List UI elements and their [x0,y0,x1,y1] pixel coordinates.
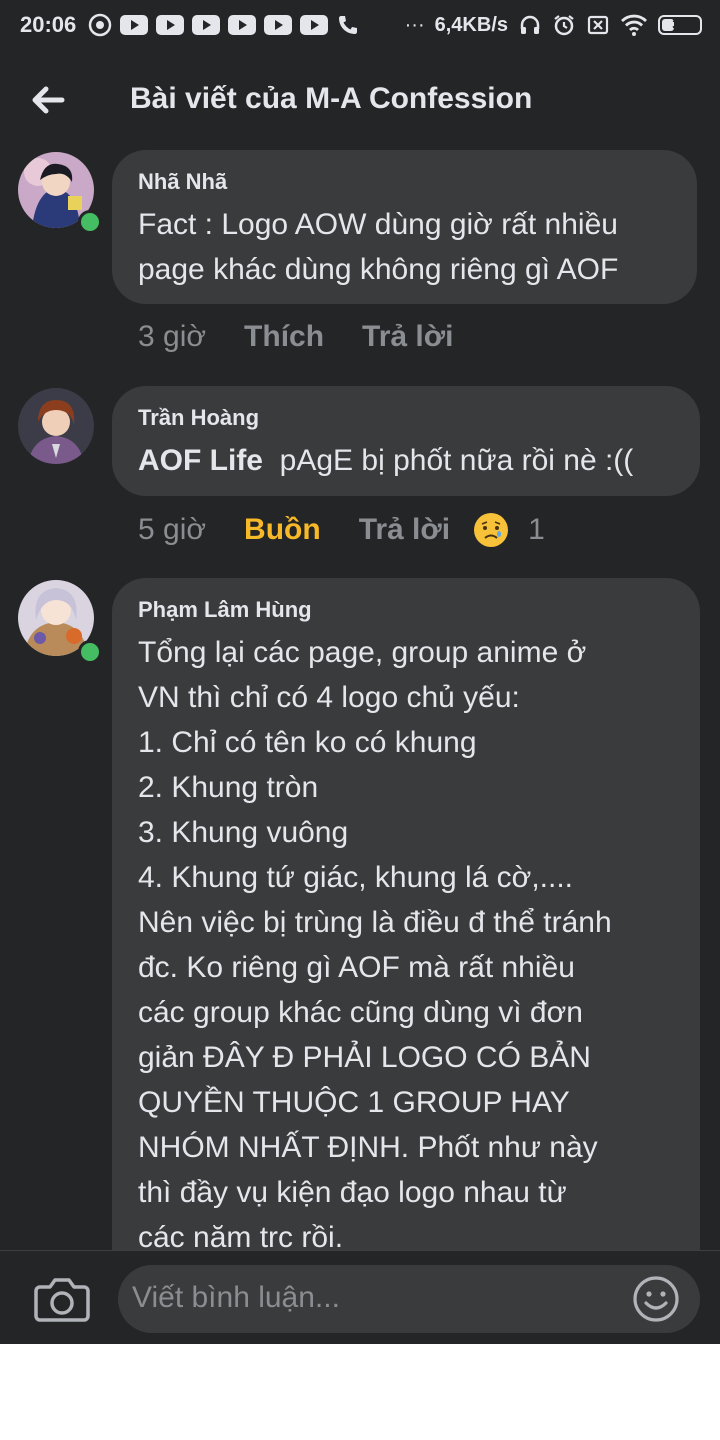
status-time: 20:06 [20,12,77,37]
youtube-icon [120,15,148,35]
arrow-left-icon [32,86,65,114]
reply-button[interactable]: Trả lời [362,320,453,354]
comment-input[interactable]: Viết bình luận... [118,1265,700,1333]
comment-author[interactable]: Trần Hoàng [138,404,674,432]
comment-bubble[interactable]: Trần Hoàng AOF Life pAgE bị phốt nữa rồi… [112,386,700,496]
mention-link[interactable]: AOF Life [138,444,263,477]
status-bar: 20:06 ··· 6,4KB/s 32 [0,0,720,52]
youtube-icon [192,15,220,35]
headphones-icon [520,15,540,34]
page-title: Bài viết của M-A Confession [130,82,533,115]
comment-text: Tổng lại các page, group anime ở VN thì … [138,636,612,1254]
comment-text: pAgE bị phốt nữa rồi nè :(( [279,444,634,477]
comment-text: Fact : Logo AOW dùng giờ rất nhiều page … [138,208,619,286]
camera-icon [34,1278,90,1322]
online-status-indicator [78,210,102,234]
youtube-icon [300,15,328,35]
comment-actions: 5 giờ Buồn Trả lời 1 [138,513,545,547]
comment-composer: Viết bình luận... [0,1250,720,1344]
camera-button[interactable] [34,1275,90,1323]
system-icons: ··· 6,4KB/s 32 [405,12,702,38]
comment-author[interactable]: Phạm Lâm Hùng [138,596,674,624]
comment-bubble[interactable]: Phạm Lâm Hùng Tổng lại các page, group a… [112,578,700,1298]
youtube-icon [156,15,184,35]
reply-button[interactable]: Trả lời [359,513,450,547]
alarm-icon [554,15,574,36]
no-sim-icon [587,15,609,35]
comment-timestamp: 3 giờ [138,320,207,353]
comment-body: AOF Life pAgE bị phốt nữa rồi nè :(( [138,438,674,483]
shutter-icon [88,13,112,37]
youtube-icon [264,15,292,35]
battery-icon: 32 [658,15,702,35]
header: Bài viết của M-A Confession [0,60,720,140]
phone-icon [339,16,357,34]
back-button[interactable] [26,78,70,122]
reaction-button[interactable]: Buồn [244,513,321,547]
like-button[interactable]: Thích [244,320,324,354]
wifi-icon [621,14,647,36]
sad-emoji-icon[interactable] [474,513,509,547]
smiley-icon [633,1276,679,1322]
network-speed: 6,4KB/s [434,13,508,36]
youtube-icon [228,15,256,35]
comments-screen: 20:06 ··· 6,4KB/s 32 Bài viết của M-A Co… [0,0,720,1344]
avatar[interactable] [18,388,94,464]
comment-actions: 3 giờ Thích Trả lời [138,320,453,354]
battery-level: 32 [672,16,688,32]
emoji-button[interactable] [632,1275,680,1323]
comment-author[interactable]: Nhã Nhã [138,168,671,196]
overflow-dots: ··· [404,14,425,36]
comment-placeholder: Viết bình luận... [132,1281,340,1314]
online-status-indicator [78,640,102,664]
notification-icons [88,12,360,38]
comment-bubble[interactable]: Nhã Nhã Fact : Logo AOW dùng giờ rất nhi… [112,150,697,304]
reaction-count[interactable]: 1 [528,513,545,547]
comment-timestamp: 5 giờ [138,513,207,546]
